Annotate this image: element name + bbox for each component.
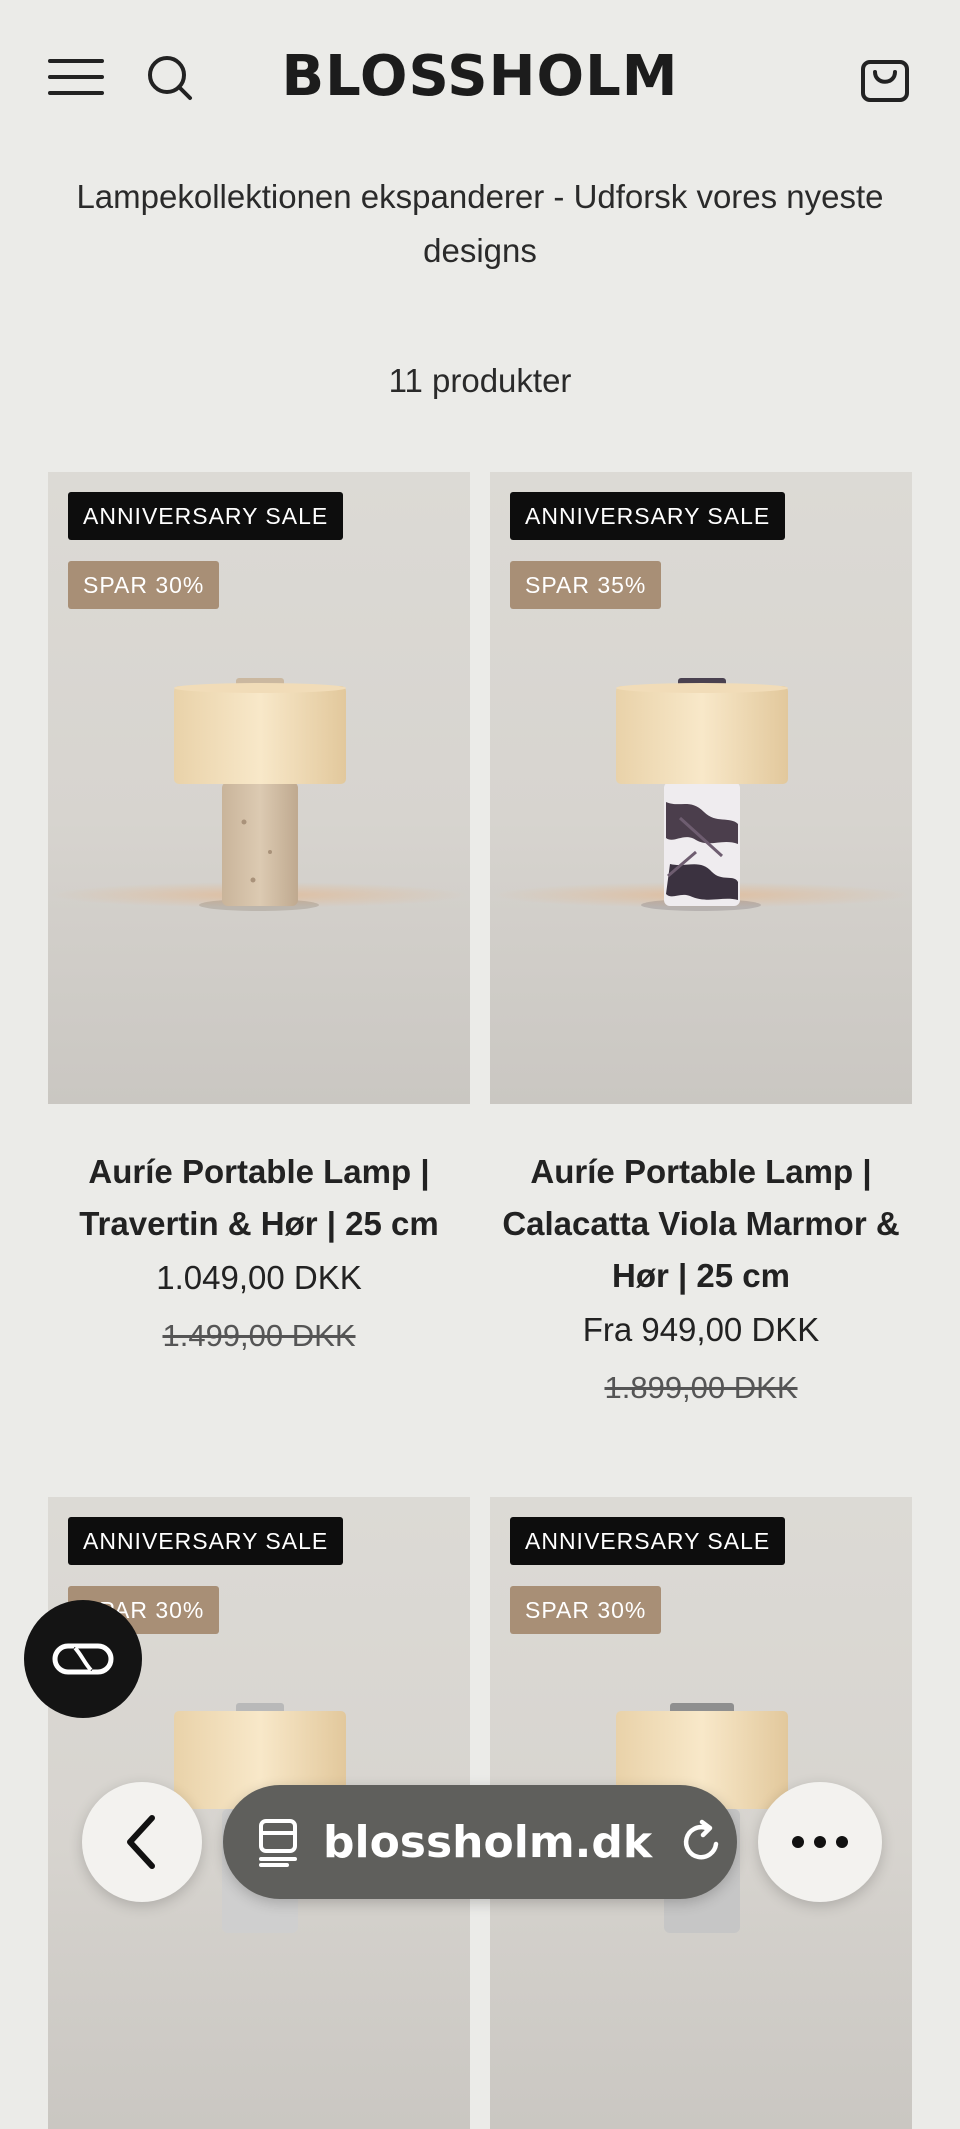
product-old-price: 1.899,00 DKK <box>604 1370 798 1405</box>
product-old-price: 1.499,00 DKK <box>162 1318 356 1353</box>
product-card[interactable]: ANNIVERSARY SALE SPAR 35% Auríe Portable… <box>490 472 912 1414</box>
product-info: Auríe Portable Lamp | Travertin & Hør | … <box>48 1104 470 1362</box>
product-card[interactable]: ANNIVERSARY SALE SPAR 30% Auríe Portable… <box>48 472 470 1362</box>
address-bar[interactable]: blossholm.dk <box>223 1785 737 1899</box>
reload-icon[interactable] <box>678 1818 726 1866</box>
chevron-left-icon <box>127 1815 155 1869</box>
site-header: BLOSSHOLM <box>0 0 960 155</box>
loop-button[interactable] <box>24 1600 142 1718</box>
product-price: 1.049,00 DKK <box>156 1259 362 1296</box>
loop-icon <box>52 1643 114 1675</box>
sale-badge: ANNIVERSARY SALE <box>510 492 786 540</box>
discount-badge: SPAR 30% <box>68 561 220 609</box>
sale-badge: ANNIVERSARY SALE <box>68 492 344 540</box>
cart-button[interactable] <box>856 50 914 106</box>
sale-badge: ANNIVERSARY SALE <box>510 1517 786 1565</box>
product-image[interactable]: ANNIVERSARY SALE SPAR 35% <box>490 472 912 1104</box>
discount-badge: SPAR 35% <box>510 561 662 609</box>
product-title[interactable]: Auríe Portable Lamp | Calacatta Viola Ma… <box>490 1146 912 1302</box>
product-title[interactable]: Auríe Portable Lamp | Travertin & Hør | … <box>48 1146 470 1250</box>
shopping-bag-icon <box>861 60 909 102</box>
product-info: Auríe Portable Lamp | Calacatta Viola Ma… <box>490 1104 912 1414</box>
product-image[interactable]: ANNIVERSARY SALE SPAR 30% <box>48 472 470 1104</box>
brand-logo[interactable]: BLOSSHOLM <box>0 44 960 109</box>
more-dots-icon <box>792 1836 848 1848</box>
product-count: 11 produkter <box>388 362 572 399</box>
url-text[interactable]: blossholm.dk <box>323 1817 652 1868</box>
more-button[interactable] <box>758 1782 882 1902</box>
announcement-text: Lampekollektionen ekspanderer - Udforsk … <box>76 178 884 269</box>
sale-badge: ANNIVERSARY SALE <box>68 1517 344 1565</box>
back-button[interactable] <box>82 1782 202 1902</box>
tabs-icon <box>259 1819 297 1867</box>
discount-badge: SPAR 30% <box>510 1586 662 1634</box>
product-price: Fra 949,00 DKK <box>582 1311 820 1348</box>
